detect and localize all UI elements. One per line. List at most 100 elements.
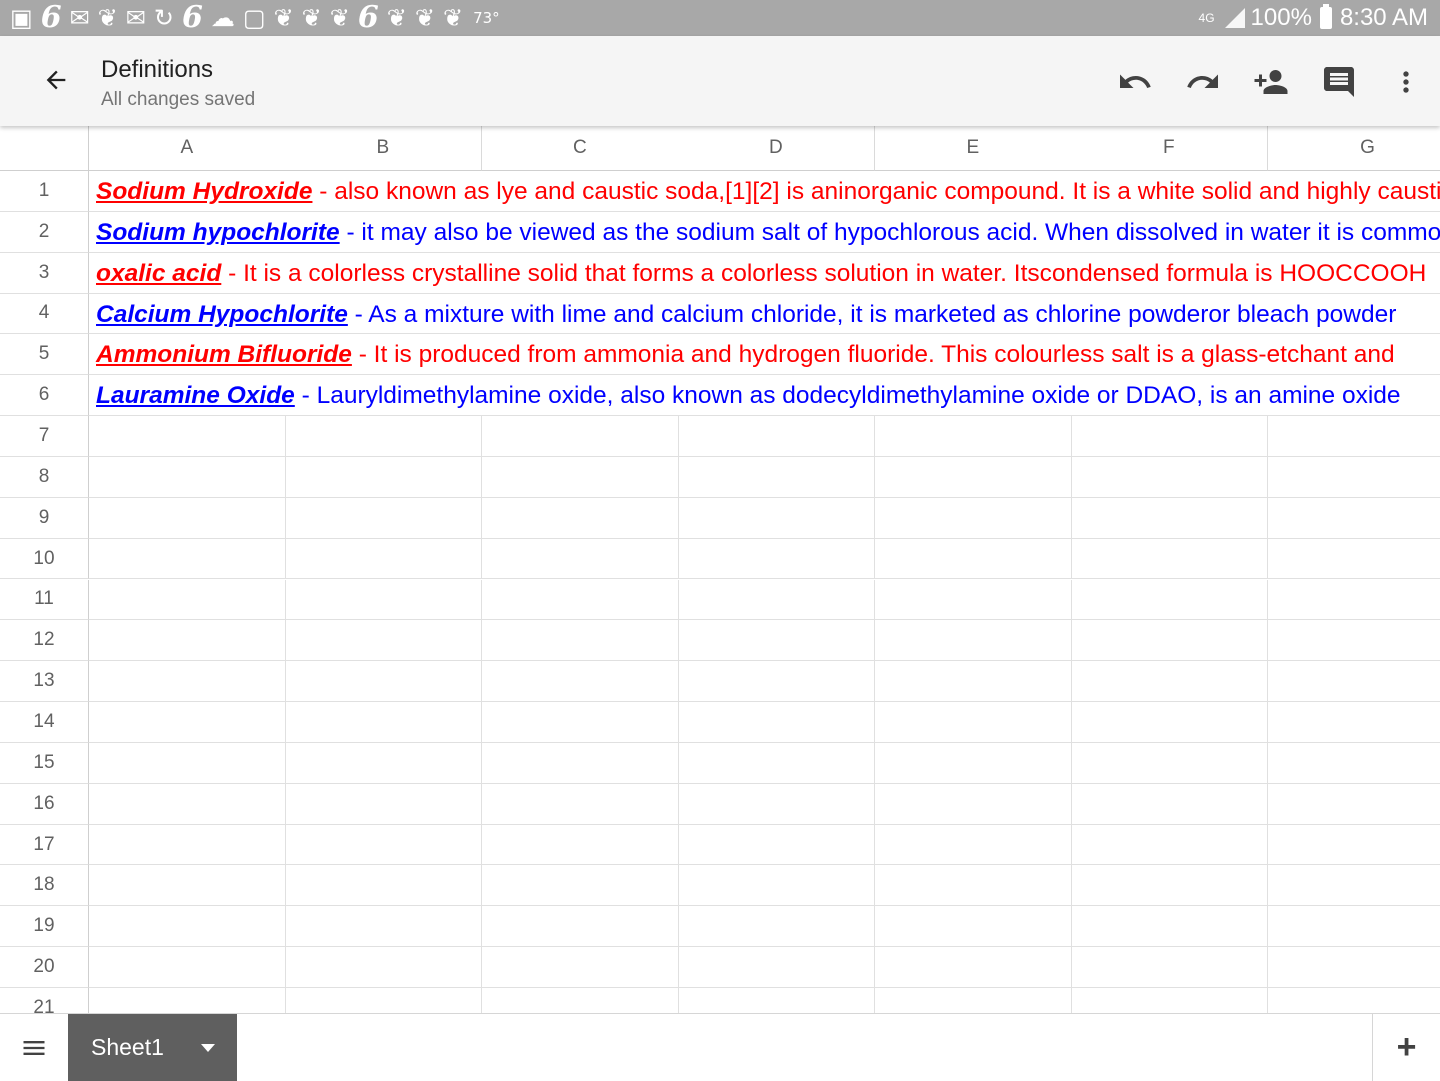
sheet-tab[interactable]: Sheet1 xyxy=(68,1014,237,1081)
row-header-2[interactable]: 2 xyxy=(0,211,89,253)
cell-b14[interactable] xyxy=(285,702,482,743)
row-header-20[interactable]: 20 xyxy=(0,947,89,988)
row-header-17[interactable]: 17 xyxy=(0,824,89,866)
cell-f10[interactable] xyxy=(1071,538,1268,580)
cell-d10[interactable] xyxy=(678,538,875,580)
cell-d8[interactable] xyxy=(678,456,875,498)
dropdown-arrow-icon[interactable] xyxy=(201,1044,215,1052)
row-header-3[interactable]: 3 xyxy=(0,252,89,294)
cell-a13[interactable] xyxy=(89,661,286,703)
cell-f18[interactable] xyxy=(1071,865,1268,907)
row-header-19[interactable]: 19 xyxy=(0,906,89,948)
column-header-e[interactable]: E xyxy=(875,126,1072,171)
cell-e20[interactable] xyxy=(875,947,1072,988)
cell-b20[interactable] xyxy=(285,947,482,988)
cell-a10[interactable] xyxy=(89,538,286,580)
row-header-12[interactable]: 12 xyxy=(0,620,89,662)
cell-e12[interactable] xyxy=(875,620,1072,662)
cell-d15[interactable] xyxy=(678,742,875,784)
cell-b9[interactable] xyxy=(285,497,482,539)
cell-c20[interactable] xyxy=(482,947,679,988)
row-header-18[interactable]: 18 xyxy=(0,865,89,907)
column-header-f[interactable]: F xyxy=(1071,126,1268,171)
cell-d13[interactable] xyxy=(678,661,875,703)
redo-button[interactable] xyxy=(1181,60,1225,104)
cell-c17[interactable] xyxy=(482,824,679,866)
cell-g11[interactable] xyxy=(1268,580,1440,621)
cell-d12[interactable] xyxy=(678,620,875,662)
cell-a20[interactable] xyxy=(89,947,286,988)
cell-b15[interactable] xyxy=(285,742,482,784)
row-header-11[interactable]: 11 xyxy=(0,579,89,621)
cell-d19[interactable] xyxy=(678,906,875,948)
cell-g8[interactable] xyxy=(1268,457,1440,498)
cell-a8[interactable] xyxy=(89,456,286,498)
cell-d16[interactable] xyxy=(678,783,875,825)
cell-g17[interactable] xyxy=(1268,825,1440,866)
cell-e11[interactable] xyxy=(875,579,1072,621)
cell-f17[interactable] xyxy=(1071,824,1268,866)
row-header-15[interactable]: 15 xyxy=(0,742,89,784)
cell-a21[interactable] xyxy=(89,988,286,1014)
share-button[interactable] xyxy=(1249,60,1293,104)
cell-c14[interactable] xyxy=(482,702,679,743)
column-header-c[interactable]: C xyxy=(482,126,679,171)
cell-a19[interactable] xyxy=(89,906,286,948)
cell-c10[interactable] xyxy=(482,538,679,580)
cell-d14[interactable] xyxy=(678,702,875,743)
row-header-5[interactable]: 5 xyxy=(0,334,89,376)
cell-c11[interactable] xyxy=(482,579,679,621)
row-header-4[interactable]: 4 xyxy=(0,293,89,335)
row-header-1[interactable]: 1 xyxy=(0,171,89,212)
cell-a1[interactable]: Sodium Hydroxide - also known as lye and… xyxy=(89,171,1440,212)
cell-g12[interactable] xyxy=(1268,620,1440,662)
cell-b7[interactable] xyxy=(285,416,482,457)
cell-f15[interactable] xyxy=(1071,742,1268,784)
cell-e13[interactable] xyxy=(875,661,1072,703)
cell-a7[interactable] xyxy=(89,416,286,457)
cell-f19[interactable] xyxy=(1071,906,1268,948)
cell-a9[interactable] xyxy=(89,497,286,539)
cell-e16[interactable] xyxy=(875,783,1072,825)
cell-a16[interactable] xyxy=(89,783,286,825)
cell-d21[interactable] xyxy=(678,988,875,1014)
cell-d7[interactable] xyxy=(678,416,875,457)
undo-button[interactable] xyxy=(1113,60,1157,104)
cell-c15[interactable] xyxy=(482,742,679,784)
cell-g20[interactable] xyxy=(1268,947,1440,988)
cell-g9[interactable] xyxy=(1268,498,1440,539)
add-sheet-button[interactable]: + xyxy=(1372,1014,1440,1081)
row-header-6[interactable]: 6 xyxy=(0,375,89,417)
cell-e14[interactable] xyxy=(875,702,1072,743)
cell-f11[interactable] xyxy=(1071,579,1268,621)
cell-e8[interactable] xyxy=(875,456,1072,498)
cell-c12[interactable] xyxy=(482,620,679,662)
cell-e17[interactable] xyxy=(875,824,1072,866)
cell-e19[interactable] xyxy=(875,906,1072,948)
cell-f9[interactable] xyxy=(1071,497,1268,539)
row-header-16[interactable]: 16 xyxy=(0,783,89,825)
cell-f14[interactable] xyxy=(1071,702,1268,743)
row-header-9[interactable]: 9 xyxy=(0,497,89,539)
select-all-corner[interactable] xyxy=(0,126,89,171)
cell-a17[interactable] xyxy=(89,824,286,866)
cell-d11[interactable] xyxy=(678,579,875,621)
comments-button[interactable] xyxy=(1317,60,1361,104)
cell-d9[interactable] xyxy=(678,497,875,539)
cell-a3[interactable]: oxalic acid - It is a colorless crystall… xyxy=(89,252,1440,294)
cell-d18[interactable] xyxy=(678,865,875,907)
cell-c19[interactable] xyxy=(482,906,679,948)
cell-c9[interactable] xyxy=(482,497,679,539)
cell-g14[interactable] xyxy=(1268,702,1440,743)
cell-f13[interactable] xyxy=(1071,661,1268,703)
cell-c18[interactable] xyxy=(482,865,679,907)
cell-c21[interactable] xyxy=(482,988,679,1014)
cell-b16[interactable] xyxy=(285,783,482,825)
cell-a2[interactable]: Sodium hypochlorite - it may also be vie… xyxy=(89,211,1440,253)
cell-g16[interactable] xyxy=(1268,784,1440,825)
cell-g7[interactable] xyxy=(1268,416,1440,457)
cell-a11[interactable] xyxy=(89,579,286,621)
row-header-7[interactable]: 7 xyxy=(0,416,89,457)
more-options-button[interactable] xyxy=(1384,60,1428,104)
cell-a4[interactable]: Calcium Hypochlorite - As a mixture with… xyxy=(89,293,1440,335)
